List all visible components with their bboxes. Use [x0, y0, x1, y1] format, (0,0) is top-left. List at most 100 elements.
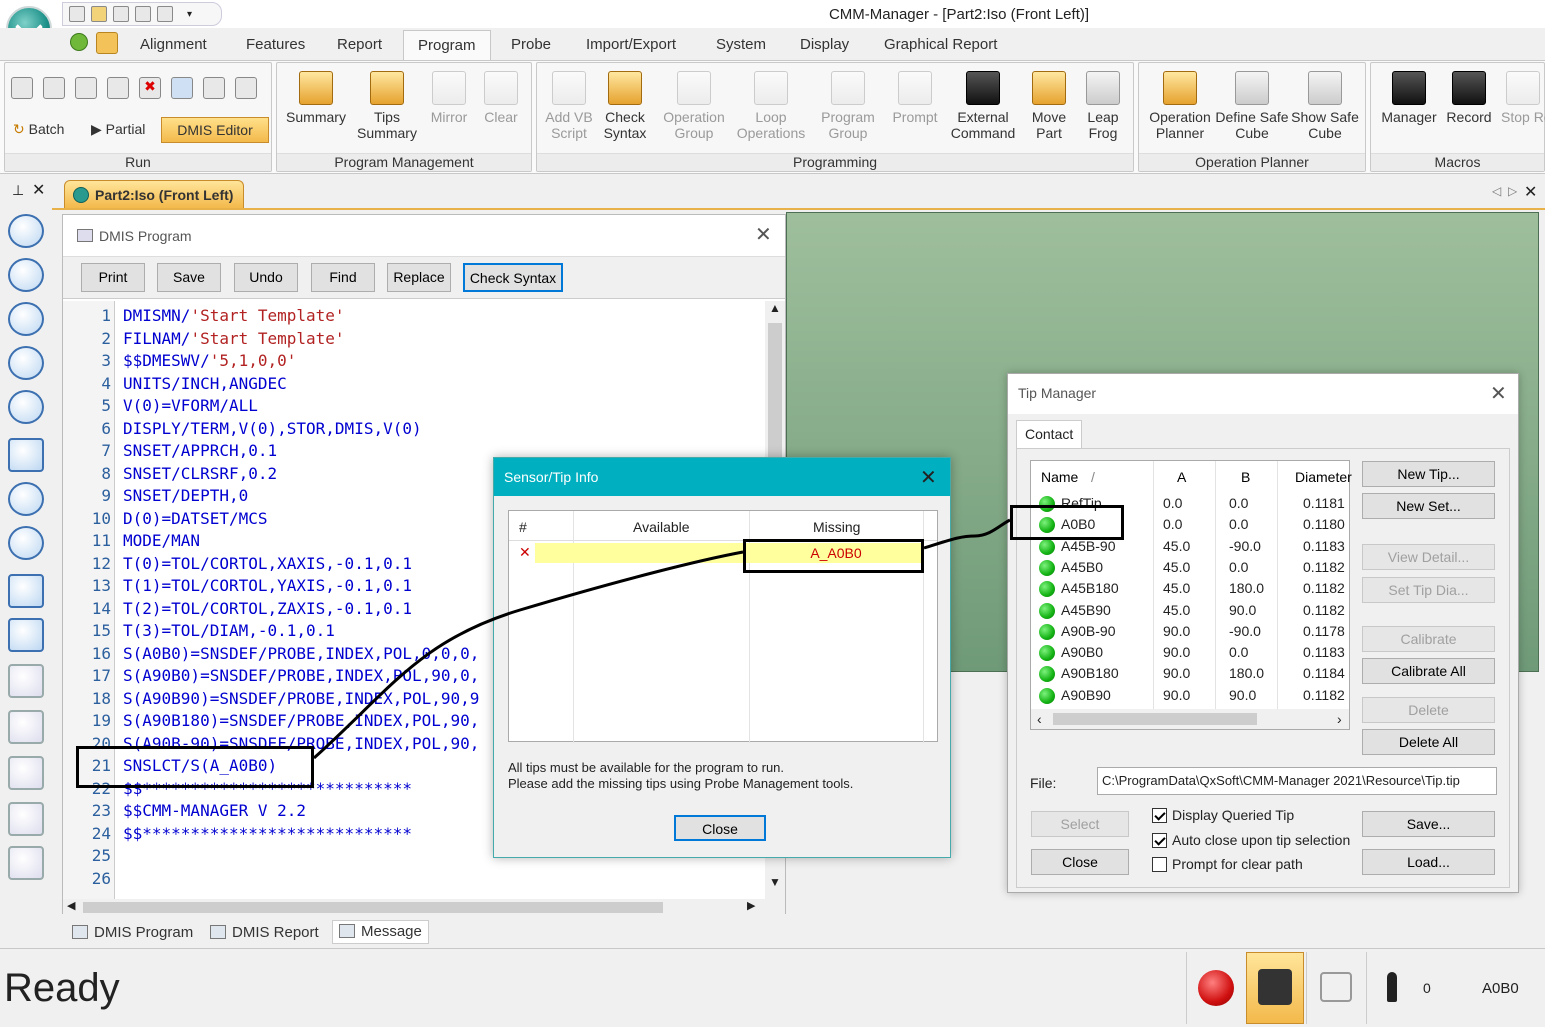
code-line[interactable]: T(3)=TOL/DIAM,-0.1,0.1 [123, 620, 335, 642]
tip-row[interactable]: A45B0 45.0 0.0 0.1182 [1031, 557, 1351, 578]
list-scroll-right-icon[interactable]: › [1337, 711, 1342, 727]
tip-row[interactable]: A90B90 90.0 90.0 0.1182 [1031, 685, 1351, 706]
view-iso-icon[interactable] [8, 756, 44, 790]
cancel-icon[interactable]: ✖ [139, 77, 161, 99]
record-icon[interactable] [107, 77, 129, 99]
probe-tip-icon[interactable] [235, 77, 257, 99]
zoom-window-icon[interactable] [8, 346, 44, 380]
apple-icon[interactable] [70, 33, 88, 51]
zoom-in-icon[interactable] [8, 214, 44, 248]
zoom-fit-icon[interactable] [8, 390, 44, 424]
code-line[interactable]: V(0)=VFORM/ALL [123, 395, 258, 417]
code-line[interactable]: S(A0B0)=SNSDEF/PROBE,INDEX,POL,0,0,0, [123, 643, 479, 665]
tip-row[interactable]: A90B0 90.0 0.0 0.1183 [1031, 642, 1351, 663]
tab-import-export[interactable]: Import/Export [586, 36, 676, 53]
code-line[interactable]: MODE/MAN [123, 530, 200, 552]
sensor-close-button[interactable]: Close [674, 815, 766, 841]
code-line[interactable]: S(A90B180)=SNSDEF/PROBE,INDEX,POL,90, [123, 710, 479, 732]
joystick-mode-button[interactable] [1246, 952, 1304, 1024]
operation-planner-button[interactable]: Operation Planner [1143, 71, 1217, 141]
horizontal-scrollbar[interactable]: ◀ ▶ [63, 899, 785, 915]
tips-summary-button[interactable]: Tips Summary [349, 71, 425, 141]
save-icon[interactable] [113, 6, 129, 22]
tip-close-button[interactable]: Close [1031, 849, 1129, 875]
code-line[interactable]: S(A90B0)=SNSDEF/PROBE,INDEX,POL,90,0, [123, 665, 479, 687]
macro-manager-button[interactable]: Manager [1375, 71, 1443, 125]
batch-button[interactable]: ↻ Batch [13, 121, 64, 137]
show-safe-cube-button[interactable]: Show Safe Cube [1287, 71, 1363, 141]
col-a[interactable]: A [1177, 469, 1186, 485]
leap-frog-button[interactable]: Leap Frog [1075, 71, 1131, 141]
scroll-down-icon[interactable]: ▼ [769, 875, 781, 889]
code-line[interactable]: SNSET/CLRSRF,0.2 [123, 463, 277, 485]
tab-scroll-right-icon[interactable]: ▷ [1508, 184, 1517, 198]
replace-button[interactable]: Replace [387, 263, 451, 292]
stop-icon[interactable] [75, 77, 97, 99]
tip-row[interactable]: A45B180 45.0 180.0 0.1182 [1031, 578, 1351, 599]
code-line[interactable]: $$CMM-MANAGER V 2.2 [123, 800, 306, 822]
step-icon[interactable] [43, 77, 65, 99]
scroll-right-icon[interactable]: ▶ [747, 899, 755, 912]
view-side-icon[interactable] [8, 710, 44, 744]
rotate-icon[interactable] [8, 482, 44, 516]
tab-report[interactable]: Report [337, 36, 382, 53]
loop-operations-button[interactable]: Loop Operations [731, 71, 811, 141]
code-line[interactable]: FILNAM/'Start Template' [123, 328, 345, 350]
tab-contact[interactable]: Contact [1016, 420, 1082, 448]
scroll-left-icon[interactable]: ◀ [67, 899, 75, 912]
tab-program[interactable]: Program [403, 30, 491, 60]
new-tip-button[interactable]: New Tip... [1362, 461, 1495, 487]
define-safe-cube-button[interactable]: Define Safe Cube [1215, 71, 1289, 141]
tab-alignment[interactable]: Alignment [140, 36, 207, 53]
tab-scroll-left-icon[interactable]: ◁ [1492, 184, 1501, 198]
machine-status-button[interactable] [1306, 952, 1364, 1024]
calibrate-all-button[interactable]: Calibrate All [1362, 658, 1495, 684]
display-queried-tip-checkbox[interactable] [1152, 808, 1167, 823]
pin-icon[interactable]: ⊥ [12, 182, 24, 199]
check-syntax-button[interactable]: Check Syntax [463, 263, 563, 292]
zoom-out-icon[interactable] [8, 258, 44, 292]
close-document-icon[interactable]: ✕ [1524, 182, 1537, 202]
add-vb-script-button[interactable]: Add VB Script [539, 71, 599, 141]
tab-graphical-report[interactable]: Graphical Report [884, 36, 997, 53]
find-button[interactable]: Find [311, 263, 375, 292]
view-top-icon[interactable] [8, 802, 44, 836]
prompt-clear-path-checkbox[interactable] [1152, 857, 1167, 872]
rotate-part-icon[interactable] [8, 526, 44, 560]
file-path-field[interactable]: C:\ProgramData\QxSoft\CMM-Manager 2021\R… [1097, 767, 1497, 795]
joystick-icon[interactable] [96, 32, 118, 54]
tab-display[interactable]: Display [800, 36, 849, 53]
pan-icon[interactable] [8, 438, 44, 472]
tip-row[interactable]: A90B180 90.0 180.0 0.1184 [1031, 663, 1351, 684]
code-line[interactable]: $$DMESWV/'5,1,0,0' [123, 350, 296, 372]
code-line[interactable]: S(A90B90)=SNSDEF/PROBE,INDEX,POL,90,9 [123, 688, 479, 710]
external-command-button[interactable]: External Command [943, 71, 1023, 141]
tip-row[interactable]: A45B90 45.0 90.0 0.1182 [1031, 600, 1351, 621]
move-part-button[interactable]: Move Part [1021, 71, 1077, 141]
prompt-button[interactable]: Prompt [885, 71, 945, 125]
summary-button[interactable]: Summary [281, 71, 351, 125]
delete-all-button[interactable]: Delete All [1362, 729, 1495, 755]
document-tab[interactable]: Part2:Iso (Front Left) [64, 180, 244, 208]
code-line[interactable]: T(0)=TOL/CORTOL,XAXIS,-0.1,0.1 [123, 553, 412, 575]
load-tips-button[interactable]: Load... [1362, 849, 1495, 875]
set-tip-dia-button[interactable]: Set Tip Dia... [1362, 577, 1495, 603]
print-icon[interactable] [157, 6, 173, 22]
code-line[interactable]: T(1)=TOL/CORTOL,YAXIS,-0.1,0.1 [123, 575, 412, 597]
close-panel-icon[interactable]: ✕ [32, 180, 45, 200]
tab-dmis-program[interactable]: DMIS Program [72, 924, 193, 941]
macro-stop-recording-button[interactable]: Stop Recordi [1501, 71, 1545, 125]
code-line[interactable]: SNSET/DEPTH,0 [123, 485, 248, 507]
check-syntax-ribbon-button[interactable]: Check Syntax [595, 71, 655, 141]
tab-dmis-report[interactable]: DMIS Report [210, 924, 319, 941]
view-front-icon[interactable] [8, 664, 44, 698]
list-scroll-left-icon[interactable]: ‹ [1037, 711, 1042, 727]
list-scroll-thumb[interactable] [1053, 713, 1257, 725]
undo-button[interactable]: Undo [234, 263, 298, 292]
view-detail-button[interactable]: View Detail... [1362, 544, 1495, 570]
tip-manager-close-icon[interactable]: ✕ [1490, 384, 1507, 404]
probe-status-button[interactable]: 0 [1366, 952, 1446, 1024]
scroll-up-icon[interactable]: ▲ [769, 301, 781, 315]
tab-system[interactable]: System [716, 36, 766, 53]
probe-icon[interactable] [135, 6, 151, 22]
